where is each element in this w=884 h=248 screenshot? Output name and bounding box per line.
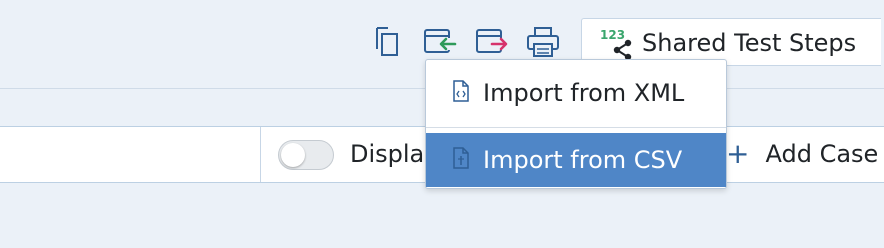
print-icon[interactable] bbox=[525, 24, 561, 60]
import-icon[interactable] bbox=[422, 24, 458, 60]
plus-icon: + bbox=[726, 137, 750, 170]
add-case-button[interactable]: + Add Case bbox=[726, 137, 879, 170]
display-toggle[interactable] bbox=[278, 140, 334, 170]
menu-item-label: Import from XML bbox=[483, 79, 685, 107]
menu-separator bbox=[426, 127, 726, 128]
csv-file-icon bbox=[452, 147, 470, 173]
export-icon[interactable] bbox=[474, 24, 510, 60]
add-case-label: Add Case bbox=[765, 140, 879, 168]
xml-file-icon bbox=[452, 80, 470, 106]
toggle-knob bbox=[281, 143, 305, 167]
menu-item-import-csv[interactable]: Import from CSV bbox=[426, 133, 726, 187]
menu-item-import-xml[interactable]: Import from XML bbox=[426, 62, 726, 124]
shared-test-steps-label: Shared Test Steps bbox=[642, 29, 857, 57]
copy-icon[interactable] bbox=[369, 24, 405, 60]
display-toggle-label: Displa bbox=[350, 140, 425, 168]
import-dropdown-menu: Import from XML Import from CSV bbox=[425, 59, 727, 189]
menu-item-label: Import from CSV bbox=[483, 146, 683, 174]
bar-divider bbox=[260, 127, 261, 182]
